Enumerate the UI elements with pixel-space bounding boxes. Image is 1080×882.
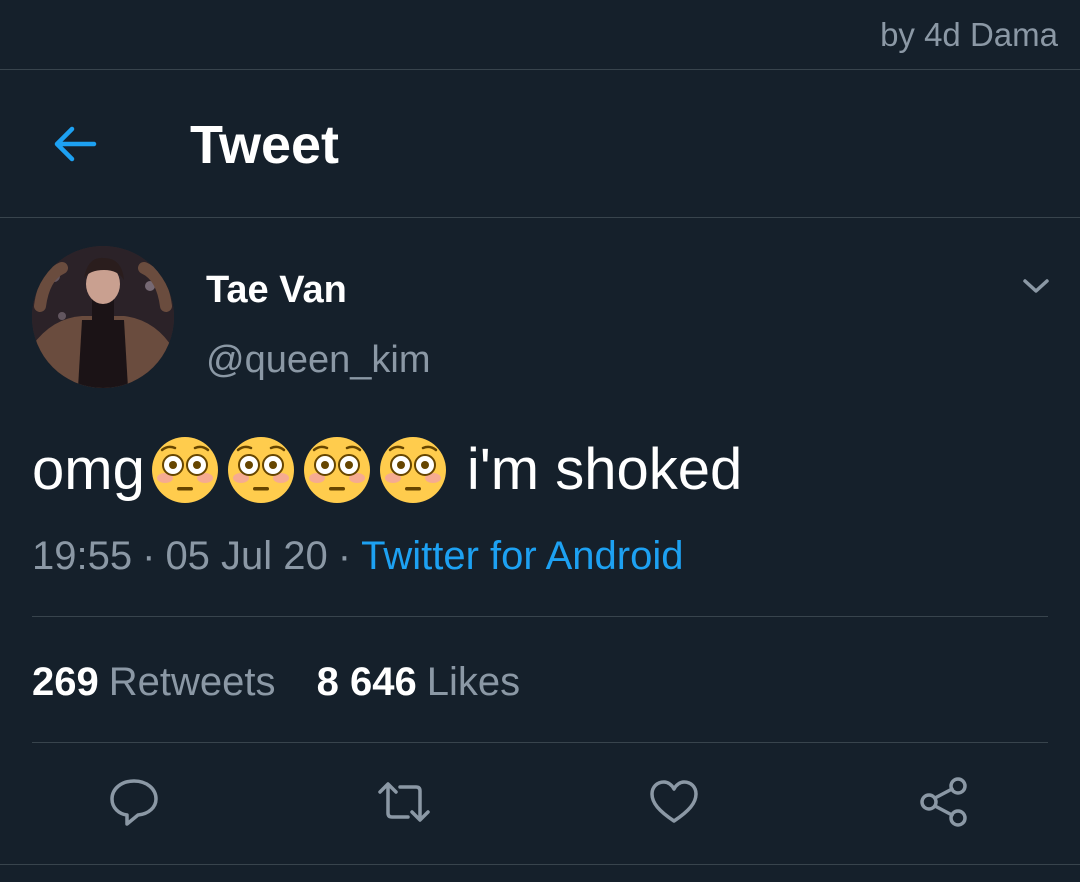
page-title: Tweet bbox=[190, 115, 340, 175]
emoji-group bbox=[149, 434, 449, 506]
watermark: by 4d Dama bbox=[880, 16, 1058, 53]
like-button[interactable] bbox=[644, 772, 704, 832]
flushed-face-icon bbox=[301, 434, 373, 506]
likes-label: Likes bbox=[426, 660, 521, 704]
divider bbox=[0, 864, 1080, 865]
divider bbox=[0, 69, 1080, 70]
retweet-icon bbox=[378, 782, 430, 822]
likes-count: 8 646 bbox=[316, 660, 417, 704]
profile-photo bbox=[32, 246, 174, 388]
tweet-stats: 269 Retweets 8 646 Likes bbox=[32, 656, 520, 708]
reply-button[interactable] bbox=[104, 772, 164, 832]
arrow-left-icon bbox=[54, 126, 97, 162]
tweet-source-link[interactable]: Twitter for Android bbox=[361, 534, 683, 578]
author-handle[interactable]: @queen_kim bbox=[206, 336, 430, 384]
divider bbox=[32, 742, 1048, 743]
like-icon bbox=[650, 780, 698, 823]
retweets-label: Retweets bbox=[108, 660, 276, 704]
flushed-face-icon bbox=[149, 434, 221, 506]
reply-icon bbox=[110, 779, 158, 826]
meta-separator: · bbox=[142, 534, 156, 578]
likes-stat[interactable]: 8 646 Likes bbox=[317, 656, 521, 708]
author-display-name[interactable]: Tae Van bbox=[206, 266, 347, 314]
chevron-down-icon bbox=[1023, 279, 1049, 293]
share-button[interactable] bbox=[914, 772, 974, 832]
back-button[interactable] bbox=[44, 118, 104, 170]
tweet-text-end: i'm shoked bbox=[466, 437, 743, 502]
tweet-date: 05 Jul 20 bbox=[165, 534, 328, 578]
retweet-button[interactable] bbox=[374, 772, 434, 832]
meta-separator: · bbox=[337, 534, 352, 578]
retweets-stat[interactable]: 269 Retweets bbox=[32, 656, 276, 708]
tweet-meta: 19:55 · 05 Jul 20 · Twitter for Android bbox=[32, 530, 683, 582]
retweets-count: 269 bbox=[32, 660, 99, 704]
avatar[interactable] bbox=[32, 246, 174, 388]
divider bbox=[0, 217, 1080, 218]
flushed-face-icon bbox=[225, 434, 297, 506]
tweet-time: 19:55 bbox=[32, 534, 133, 578]
tweet-text-start: omg bbox=[32, 437, 145, 502]
flushed-face-icon bbox=[377, 434, 449, 506]
tweet-text: omg i'm shoked bbox=[32, 430, 742, 510]
divider bbox=[32, 616, 1048, 617]
tweet-options-button[interactable] bbox=[1014, 266, 1058, 306]
share-icon bbox=[920, 777, 967, 827]
